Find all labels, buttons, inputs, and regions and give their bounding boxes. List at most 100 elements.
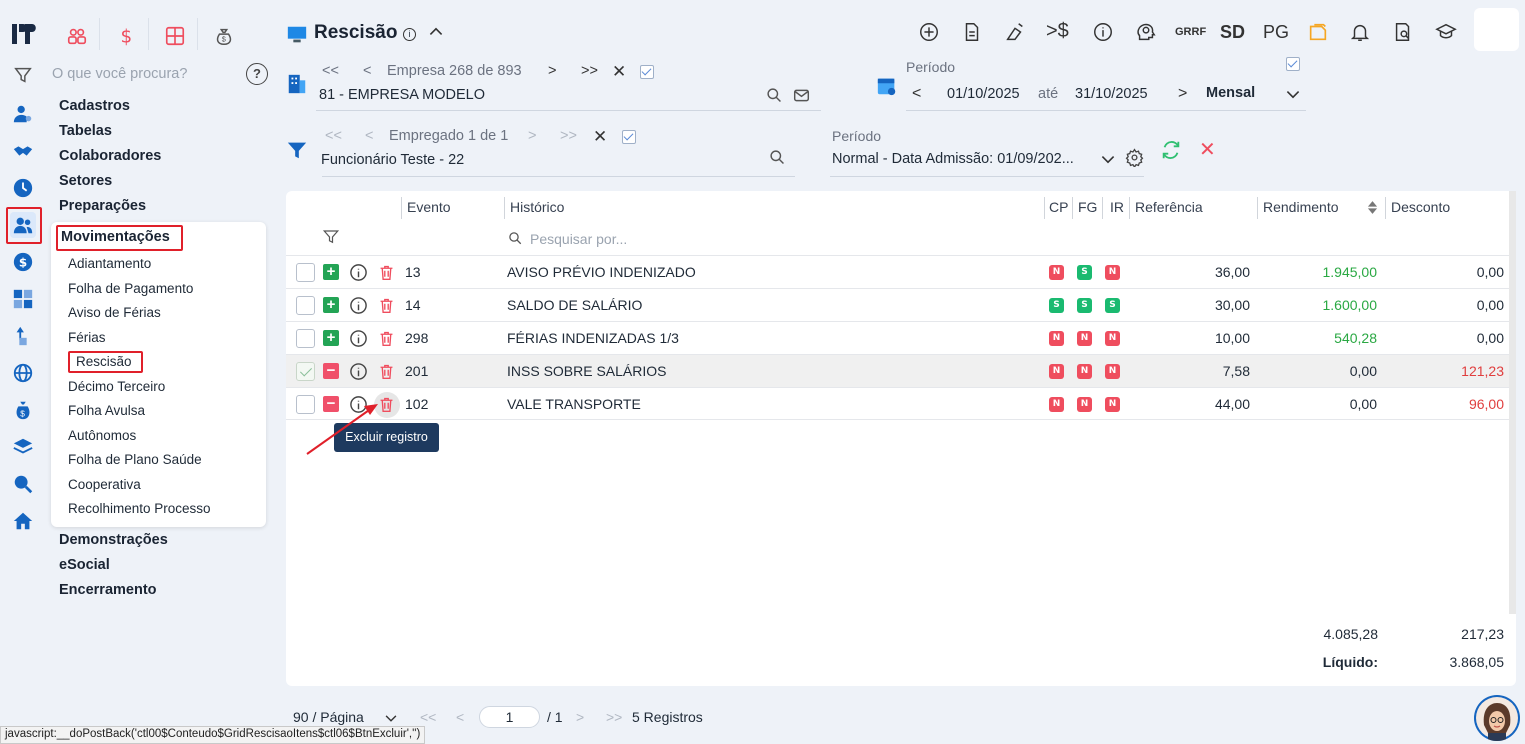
submenu-rescisao[interactable]: Rescisão <box>76 354 132 369</box>
document-icon[interactable] <box>961 21 983 46</box>
sort-icon[interactable] <box>1367 200 1378 218</box>
menu-setores[interactable]: Setores <box>59 173 112 189</box>
periodo-checkbox[interactable] <box>1286 57 1300 71</box>
menu-tabelas[interactable]: Tabelas <box>59 123 112 139</box>
menu-demonstracoes[interactable]: Demonstrações <box>59 532 168 548</box>
note-icon[interactable] <box>1307 21 1329 46</box>
settings-gear-icon[interactable] <box>1125 148 1144 170</box>
empresa-prev-button[interactable]: < <box>363 63 371 79</box>
close-red-icon[interactable]: ✕ <box>1199 137 1216 162</box>
empresa-checkbox[interactable] <box>640 65 654 79</box>
menu-esocial[interactable]: eSocial <box>59 557 110 573</box>
header-referencia[interactable]: Referência <box>1135 199 1203 215</box>
header-fg[interactable]: FG <box>1078 199 1097 215</box>
handshake-icon[interactable] <box>10 138 36 164</box>
submenu-cooperativa[interactable]: Cooperativa <box>68 477 141 492</box>
menu-encerramento[interactable]: Encerramento <box>59 582 157 598</box>
empresa-mail-icon[interactable] <box>793 87 810 107</box>
pg-button[interactable]: PG <box>1263 22 1289 43</box>
empresa-first-button[interactable]: << <box>322 63 339 79</box>
table-search-input[interactable]: Pesquisar por... <box>530 231 627 247</box>
submenu-folha-plano-saude[interactable]: Folha de Plano Saúde <box>68 452 202 467</box>
submenu-folha-avulsa[interactable]: Folha Avulsa <box>68 403 145 418</box>
report-search-icon[interactable] <box>1392 21 1414 46</box>
globe-icon[interactable] <box>10 360 36 386</box>
submenu-autonomos[interactable]: Autônomos <box>68 428 136 443</box>
filter-icon[interactable] <box>10 62 36 88</box>
menu-cadastros[interactable]: Cadastros <box>59 98 130 114</box>
row-info-icon[interactable] <box>349 263 368 282</box>
refresh-icon[interactable] <box>1160 139 1182 164</box>
brain-icon[interactable] <box>1135 21 1157 46</box>
clock-icon[interactable] <box>10 175 36 201</box>
empresa-clear-icon[interactable]: ✕ <box>612 62 626 82</box>
row-checkbox[interactable] <box>296 329 315 348</box>
empresa-search-icon[interactable] <box>766 87 783 107</box>
periodo2-select[interactable]: Normal - Data Admissão: 01/09/202... <box>832 151 1097 167</box>
table-row[interactable]: + 298 FÉRIAS INDENIZADAS 1/3 N N N 10,00… <box>286 321 1510 354</box>
row-delete-icon[interactable] <box>378 263 395 282</box>
graduation-cap-icon[interactable] <box>1434 21 1458 46</box>
row-checkbox[interactable] <box>296 296 315 315</box>
app-logo[interactable] <box>10 20 38 48</box>
transfer-dollar-icon[interactable]: >$ <box>1046 20 1069 43</box>
periodo-end[interactable]: 31/10/2025 <box>1075 86 1148 102</box>
submenu-adiantamento[interactable]: Adiantamento <box>68 256 151 271</box>
table-row[interactable]: − 201 INSS SOBRE SALÁRIOS N N N 7,58 0,0… <box>286 354 1510 387</box>
menu-preparacoes[interactable]: Preparações <box>59 198 146 214</box>
page-input[interactable]: 1 <box>479 706 540 728</box>
row-delete-icon[interactable] <box>378 329 395 348</box>
empregado-field[interactable]: Funcionário Teste - 22 <box>321 152 464 168</box>
row-info-icon[interactable] <box>349 329 368 348</box>
column-filter-icon[interactable] <box>322 228 340 249</box>
header-rendimento[interactable]: Rendimento <box>1263 199 1339 215</box>
dollar-icon[interactable]: $ <box>111 22 141 50</box>
header-historico[interactable]: Histórico <box>510 199 564 215</box>
periodo2-chevron-icon[interactable] <box>1100 151 1116 170</box>
people-icon[interactable] <box>62 22 92 50</box>
collapse-chevron-icon[interactable] <box>428 24 444 43</box>
title-info-icon[interactable]: i <box>403 28 416 41</box>
search-input[interactable]: O que você procura? <box>52 66 187 82</box>
bag-blue-icon[interactable]: $ <box>10 397 36 423</box>
row-checkbox[interactable] <box>296 263 315 282</box>
header-desconto[interactable]: Desconto <box>1391 199 1450 215</box>
page-next-button[interactable]: > <box>576 709 584 725</box>
periodo-type-chevron-icon[interactable] <box>1285 86 1301 105</box>
eraser-icon[interactable] <box>1004 21 1026 46</box>
row-info-icon[interactable] <box>349 362 368 381</box>
table-row[interactable]: + 14 SALDO DE SALÁRIO S S S 30,00 1.600,… <box>286 288 1510 321</box>
users-icon[interactable] <box>10 212 36 238</box>
periodo-start[interactable]: 01/10/2025 <box>947 86 1020 102</box>
submenu-decimo-terceiro[interactable]: Décimo Terceiro <box>68 379 165 394</box>
assistant-avatar[interactable] <box>1474 695 1520 741</box>
calculator-blue-icon[interactable] <box>10 286 36 312</box>
table-scrollbar[interactable] <box>1509 191 1516 614</box>
row-info-icon[interactable] <box>349 296 368 315</box>
submenu-recolhimento-processo[interactable]: Recolhimento Processo <box>68 501 211 516</box>
help-icon[interactable]: ? <box>246 63 268 85</box>
empregado-prev-button[interactable]: < <box>365 128 373 144</box>
row-checkbox[interactable] <box>296 362 315 381</box>
money-circle-icon[interactable]: $ <box>10 249 36 275</box>
empregado-first-button[interactable]: << <box>325 128 342 144</box>
home-icon[interactable] <box>10 508 36 534</box>
header-cp[interactable]: CP <box>1049 199 1068 215</box>
empregado-clear-icon[interactable]: ✕ <box>593 127 607 147</box>
table-row[interactable]: + 13 AVISO PRÉVIO INDENIZADO N S N 36,00… <box>286 255 1510 288</box>
menu-colaboradores[interactable]: Colaboradores <box>59 148 161 164</box>
page-first-button[interactable]: << <box>420 709 436 725</box>
empresa-last-button[interactable]: >> <box>581 63 598 79</box>
periodo-next-button[interactable]: > <box>1178 85 1187 103</box>
empregado-checkbox[interactable] <box>622 130 636 144</box>
grrf-button[interactable]: GRRF <box>1175 26 1206 38</box>
user-gear-icon[interactable] <box>10 101 36 127</box>
page-prev-button[interactable]: < <box>456 709 464 725</box>
sd-button[interactable]: SD <box>1220 22 1245 43</box>
info-circle-icon[interactable] <box>1092 21 1114 46</box>
periodo-prev-button[interactable]: < <box>912 85 921 103</box>
menu-movimentacoes[interactable]: Movimentações <box>61 229 170 245</box>
empregado-next-button[interactable]: > <box>528 128 536 144</box>
header-evento[interactable]: Evento <box>407 199 451 215</box>
empregado-last-button[interactable]: >> <box>560 128 577 144</box>
